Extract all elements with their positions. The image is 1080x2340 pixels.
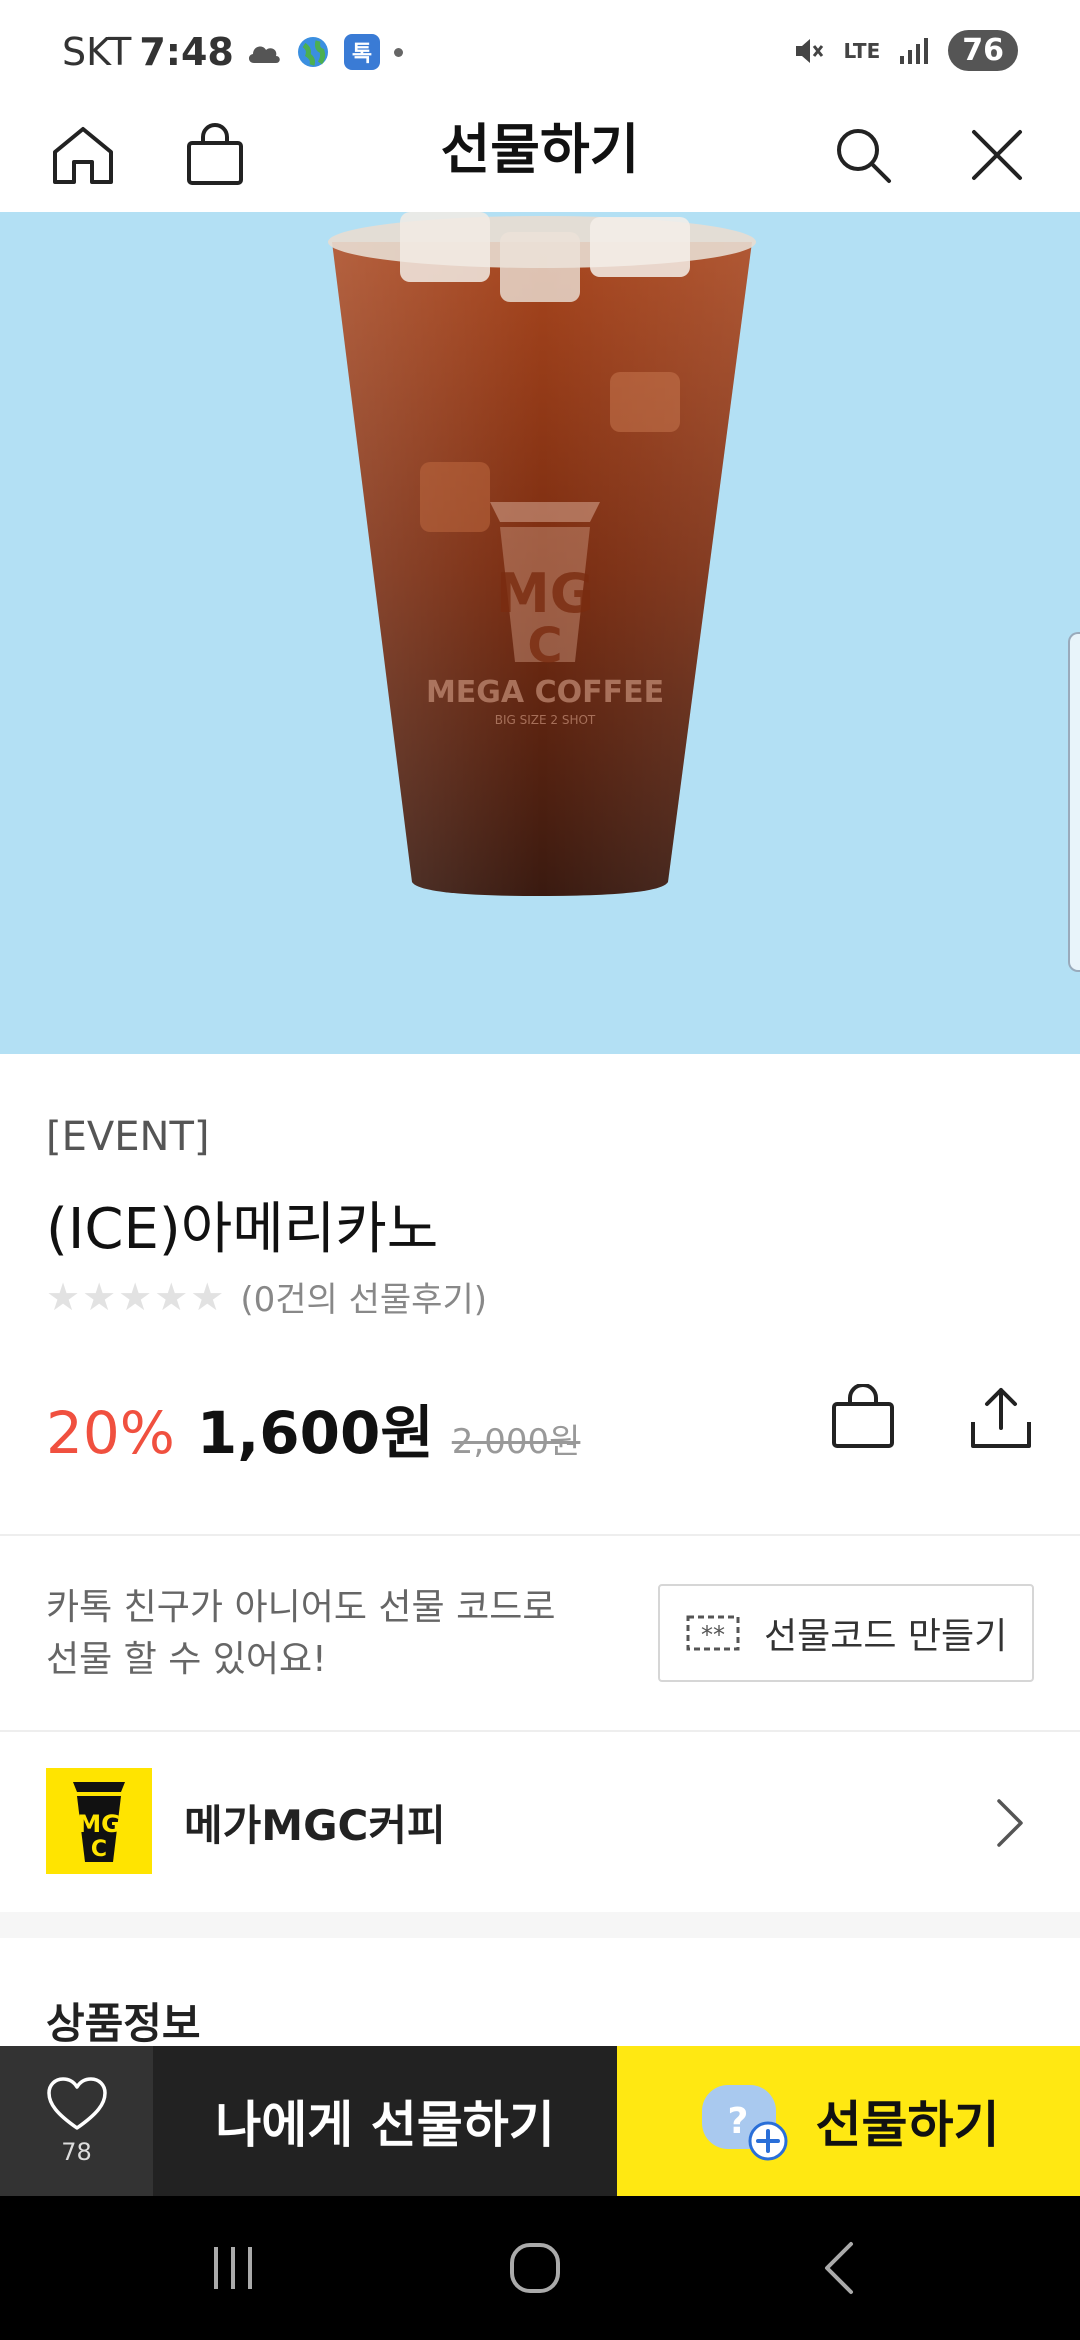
product-name: (ICE)아메리카노 (46, 1197, 439, 1262)
notification-icons: 톡 (246, 34, 403, 70)
rating[interactable]: ★★★★★ (0건의 선물후기) (46, 1272, 487, 1321)
section-gap (0, 1912, 1080, 1938)
product-info-section-title: 상품정보 (46, 1999, 201, 2048)
recent-apps-icon (214, 2247, 252, 2289)
send-gift-button[interactable]: ? 선물하기 (617, 2046, 1080, 2196)
gift-code-description: 카톡 친구가 아니어도 선물 코드로 선물 할 수 있어요! (46, 1582, 555, 1686)
close-button[interactable] (952, 110, 1042, 200)
page-title: 선물하기 (440, 118, 640, 181)
review-count: (0건의 선물후기) (240, 1280, 487, 1320)
more-notifications-dot (394, 47, 403, 57)
svg-text:BIG SIZE 2 SHOT: BIG SIZE 2 SHOT (495, 713, 596, 727)
heart-icon (46, 2077, 107, 2130)
send-gift-label: 선물하기 (815, 2096, 1000, 2154)
gift-friend-icon: ? (698, 2079, 794, 2163)
back-icon (825, 2242, 853, 2294)
product-image: MG C MEGA COFFEE BIG SIZE 2 SHOT (0, 212, 1080, 1054)
brand-logo: MG C (46, 1768, 152, 1874)
svg-text:**: ** (701, 1621, 725, 1649)
system-navigation-bar (0, 2196, 1080, 2340)
star-rating: ★★★★★ (46, 1274, 227, 1319)
top-header: 선물하기 (0, 100, 1080, 212)
back-button[interactable] (794, 2228, 884, 2308)
home-nav-button[interactable] (490, 2228, 580, 2308)
discount-rate: 20% (46, 1399, 175, 1467)
shopping-bag-icon (832, 1384, 894, 1448)
add-to-cart-button[interactable] (818, 1372, 908, 1462)
signal-icon (900, 37, 929, 64)
kakao-talk-icon: 톡 (344, 34, 380, 70)
create-gift-code-label: 선물코드 만들기 (764, 1616, 1008, 1657)
share-icon (971, 1388, 1031, 1448)
status-bar: SKT 7:48 톡 LTE 76 (0, 0, 1080, 100)
create-gift-code-button[interactable]: ** 선물코드 만들기 (658, 1584, 1034, 1682)
mute-icon (795, 38, 823, 63)
gift-code-text-line1: 카톡 친구가 아니어도 선물 코드로 (46, 1587, 556, 1628)
globe-icon (298, 37, 328, 67)
svg-text:MG: MG (77, 1810, 121, 1838)
svg-text:C: C (91, 1837, 107, 1862)
gift-to-self-button[interactable]: 나에게 선물하기 (153, 2046, 617, 2196)
price-row: 20% 1,600원 2,000원 (46, 1386, 580, 1470)
close-icon (972, 130, 1022, 180)
system-icons: LTE 76 (792, 30, 1018, 71)
wishlist-count: 78 (61, 2138, 92, 2166)
cloud-icon (248, 46, 280, 63)
brand-row[interactable]: MG C 메가MGC커피 (0, 1732, 1080, 1912)
chevron-right-icon (980, 1788, 1040, 1858)
search-icon (837, 129, 891, 183)
svg-text:MEGA COFFEE: MEGA COFFEE (426, 675, 664, 710)
sale-price: 1,600원 (196, 1399, 434, 1467)
battery-level: 76 (948, 30, 1018, 71)
home-circle-icon (510, 2243, 560, 2293)
divider (0, 1534, 1080, 1536)
share-button[interactable] (956, 1372, 1046, 1462)
network-type-icon: LTE (843, 38, 881, 63)
svg-text:C: C (527, 618, 562, 674)
iced-americano-image: MG C MEGA COFFEE BIG SIZE 2 SHOT (328, 212, 756, 896)
mgc-logo-icon: MG C (73, 1782, 125, 1862)
status-time: 7:48 (139, 30, 234, 74)
event-tag: [EVENT] (46, 1114, 210, 1160)
original-price: 2,000원 (451, 1422, 581, 1462)
gift-code-icon: ** (686, 1615, 740, 1651)
search-button[interactable] (818, 110, 908, 200)
carrier-name: SKT (62, 30, 132, 74)
bottom-action-bar: 78 나에게 선물하기 ? 선물하기 (0, 2046, 1080, 2196)
scroll-indicator[interactable] (1068, 632, 1080, 972)
svg-text:?: ? (727, 2101, 748, 2142)
svg-text:MG: MG (496, 562, 594, 625)
brand-name: 메가MGC커피 (184, 1801, 446, 1850)
wishlist-button[interactable]: 78 (0, 2046, 153, 2196)
recent-apps-button[interactable] (188, 2228, 278, 2308)
gift-code-text-line2: 선물 할 수 있어요! (46, 1639, 327, 1680)
status-carrier: SKT 7:48 (62, 30, 234, 74)
